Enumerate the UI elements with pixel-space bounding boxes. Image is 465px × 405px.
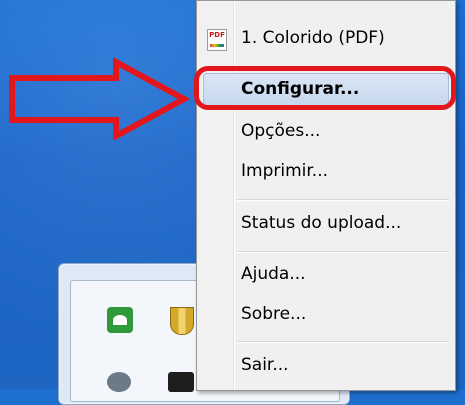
menu-separator (237, 199, 449, 201)
pdf-icon-text: PDF (209, 31, 225, 39)
menu-item-imprimir[interactable]: Imprimir... (197, 154, 455, 188)
menu-icon-gutter (197, 1, 235, 390)
menu-separator (237, 251, 449, 253)
green-app-icon[interactable] (107, 307, 133, 333)
menu-item-label: Status do upload... (241, 213, 402, 233)
menu-item-status-upload[interactable]: Status do upload... (197, 206, 455, 240)
menu-item-opcoes[interactable]: Opções... (197, 114, 455, 148)
menu-item-label: Ajuda... (241, 264, 306, 284)
menu-item-colorido-pdf[interactable]: PDF 1. Colorido (PDF) (197, 21, 455, 55)
pdf-printer-icon: PDF (207, 29, 227, 51)
menu-item-label: Sair... (241, 355, 289, 375)
eye-icon[interactable] (107, 372, 131, 392)
shield-icon[interactable] (170, 307, 194, 335)
pdf-icon-color-bar (210, 44, 224, 47)
context-menu: PDF 1. Colorido (PDF) Configurar... Opçõ… (196, 0, 456, 391)
menu-item-sobre[interactable]: Sobre... (197, 297, 455, 331)
menu-item-label: Sobre... (241, 304, 307, 324)
red-ring-annotation (194, 66, 456, 110)
menu-item-label: Imprimir... (241, 161, 329, 181)
red-arrow-annotation (9, 58, 190, 140)
menu-item-ajuda[interactable]: Ajuda... (197, 257, 455, 291)
menu-item-label: 1. Colorido (PDF) (241, 28, 385, 48)
menu-separator (237, 341, 449, 343)
menu-item-sair[interactable]: Sair... (197, 348, 455, 382)
menu-item-label: Opções... (241, 121, 321, 141)
dark-app-icon[interactable] (168, 372, 194, 392)
